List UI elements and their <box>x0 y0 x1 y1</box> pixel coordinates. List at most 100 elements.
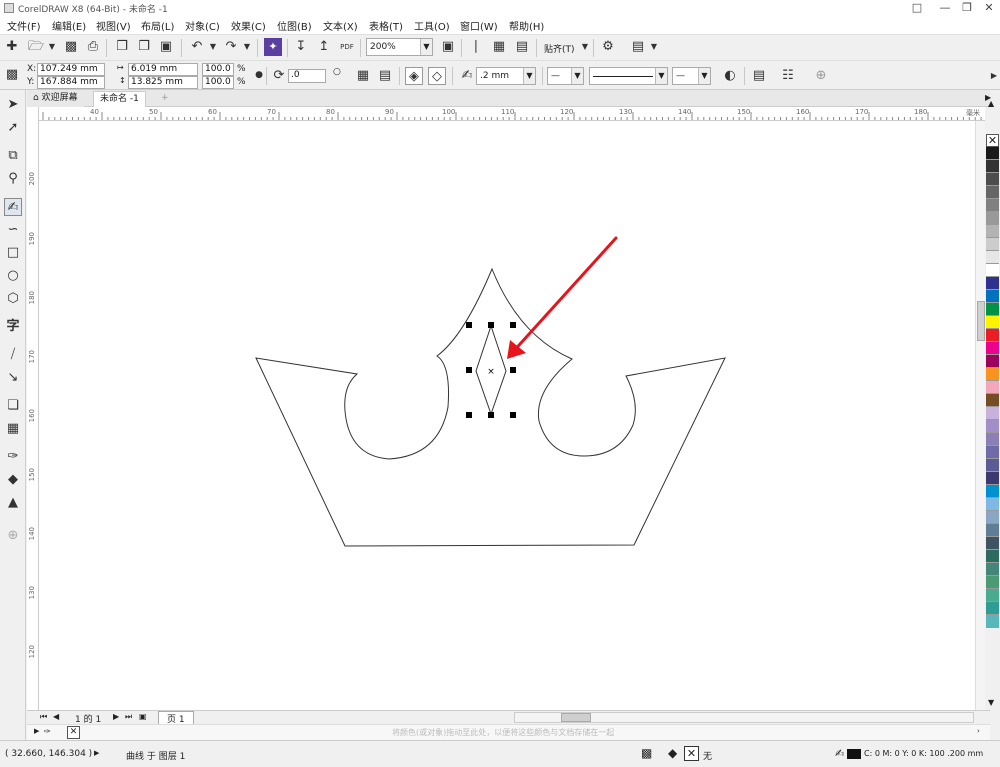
add-tool-icon[interactable]: ⊕ <box>4 527 22 545</box>
color-swatch[interactable] <box>986 199 999 212</box>
next-page-icon[interactable]: ▶ <box>113 712 119 721</box>
show-guidelines-icon[interactable]: ▤ <box>513 38 531 56</box>
color-swatch[interactable] <box>986 329 999 342</box>
horizontal-ruler[interactable]: 40 50 60 70 80 90 100 110 120 130 140 15… <box>39 107 985 121</box>
docpal-eyedropper-icon[interactable]: ✑ <box>44 727 51 736</box>
minimize-button[interactable]: — <box>934 0 956 16</box>
artistic-media-icon[interactable]: ∽ <box>4 221 22 239</box>
paste-icon[interactable]: ▣ <box>157 38 175 56</box>
color-swatch[interactable] <box>986 147 999 160</box>
menu-bitmap[interactable]: 位图(B) <box>277 18 312 33</box>
text-tool-icon[interactable]: 字 <box>4 318 22 336</box>
scale-x-field[interactable]: 100.0 <box>202 63 234 76</box>
color-swatch[interactable] <box>986 251 999 264</box>
eyedropper-icon[interactable]: ✑ <box>4 448 22 466</box>
horizontal-scroll-thumb[interactable] <box>561 713 591 722</box>
color-swatch[interactable] <box>986 615 999 628</box>
publish-pdf-icon[interactable]: PDF <box>338 38 356 56</box>
color-swatch[interactable] <box>986 550 999 563</box>
color-swatch[interactable] <box>986 238 999 251</box>
rotation-angle-field[interactable]: .0 <box>288 69 326 83</box>
drawing-canvas[interactable]: × <box>39 121 985 710</box>
docpal-no-color-icon[interactable]: ✕ <box>67 726 80 739</box>
color-swatch[interactable] <box>986 173 999 186</box>
new-tab-button[interactable]: + <box>155 91 175 107</box>
node-edit-icon[interactable]: ◈ <box>405 67 423 85</box>
start-arrowhead-select[interactable]: — ▼ <box>547 67 584 85</box>
menu-help[interactable]: 帮助(H) <box>509 18 544 33</box>
palette-scroll-down-icon[interactable]: ▼ <box>988 698 994 707</box>
redo-dropdown-icon[interactable]: ▼ <box>238 38 256 56</box>
color-swatch[interactable] <box>986 186 999 199</box>
vertical-scroll-thumb[interactable] <box>977 301 985 341</box>
color-swatch[interactable] <box>986 355 999 368</box>
docpal-expand-icon[interactable]: › <box>977 727 980 735</box>
add-page-icon[interactable]: ▣ <box>139 712 147 721</box>
end-arrowhead-select[interactable]: — ▼ <box>672 67 711 85</box>
close-button[interactable]: ✕ <box>978 0 1000 16</box>
color-swatch[interactable] <box>986 342 999 355</box>
last-page-icon[interactable]: ⏭ <box>125 712 132 722</box>
undo-dropdown-icon[interactable]: ▼ <box>204 38 222 56</box>
color-swatch[interactable] <box>986 381 999 394</box>
selection-handle-s[interactable] <box>488 412 494 418</box>
expand-toolbar-icon[interactable]: ▶ <box>985 67 1000 85</box>
smart-fill-icon[interactable]: ▲ <box>4 494 22 512</box>
color-swatch[interactable] <box>986 524 999 537</box>
menu-tools[interactable]: 工具(O) <box>414 18 450 33</box>
color-swatch[interactable] <box>986 368 999 381</box>
mirror-horizontal-icon[interactable]: ▦ <box>354 67 372 85</box>
outline-color-swatch[interactable] <box>847 749 861 759</box>
menu-edit[interactable]: 编辑(E) <box>52 18 86 33</box>
color-swatch[interactable] <box>986 407 999 420</box>
color-swatch[interactable] <box>986 225 999 238</box>
wrap-text-icon[interactable]: ▤ <box>750 67 768 85</box>
reduce-nodes-icon[interactable]: ◇ <box>428 67 446 85</box>
import-icon[interactable]: ↧ <box>292 38 310 56</box>
cut-icon[interactable]: ❐ <box>113 38 131 56</box>
account-icon[interactable]: □ <box>906 0 928 16</box>
selection-handle-ne[interactable] <box>510 322 516 328</box>
color-swatch[interactable] <box>986 160 999 173</box>
polygon-tool-icon[interactable]: ⬡ <box>4 290 22 308</box>
shape-tool-icon[interactable]: ➚ <box>4 119 22 137</box>
line-style-select[interactable]: ▼ <box>589 67 668 85</box>
color-swatch[interactable] <box>986 498 999 511</box>
connector-tool-icon[interactable]: ↘ <box>4 369 22 387</box>
menu-layout[interactable]: 布局(L) <box>141 18 174 33</box>
ellipse-tool-icon[interactable]: ○ <box>4 267 22 285</box>
color-swatch[interactable] <box>986 537 999 550</box>
options-gear-icon[interactable]: ⚙ <box>599 38 617 56</box>
parallel-dimension-icon[interactable]: ⧸ <box>4 346 22 364</box>
fill-none-swatch[interactable]: ✕ <box>684 746 699 761</box>
mirror-vertical-icon[interactable]: ▤ <box>376 67 394 85</box>
no-color-swatch[interactable]: ✕ <box>986 134 999 147</box>
selection-handle-n[interactable] <box>488 322 494 328</box>
export-icon[interactable]: ↥ <box>315 38 333 56</box>
color-swatch[interactable] <box>986 459 999 472</box>
scale-y-field[interactable]: 100.0 <box>202 76 234 89</box>
tab-welcome[interactable]: ⌂ 欢迎屏幕 <box>27 91 84 107</box>
selection-handle-e[interactable] <box>510 367 516 373</box>
show-nodes-icon[interactable]: ☷ <box>779 67 797 85</box>
x-position-field[interactable]: 107.249 mm <box>37 63 105 76</box>
height-field[interactable]: 13.825 mm <box>128 76 198 89</box>
color-swatch[interactable] <box>986 485 999 498</box>
full-screen-icon[interactable]: ▣ <box>439 38 457 56</box>
color-swatch[interactable] <box>986 511 999 524</box>
color-swatch[interactable] <box>986 212 999 225</box>
menu-text[interactable]: 文本(X) <box>323 18 358 33</box>
selection-handle-nw[interactable] <box>466 322 472 328</box>
color-swatch[interactable] <box>986 472 999 485</box>
color-swatch[interactable] <box>986 264 999 277</box>
vertical-scrollbar[interactable] <box>975 121 985 710</box>
menu-file[interactable]: 文件(F) <box>7 18 41 33</box>
rectangle-tool-icon[interactable]: □ <box>4 244 22 262</box>
palette-scroll-up-icon[interactable]: ▲ <box>988 99 994 108</box>
copy-icon[interactable]: ❐ <box>135 38 153 56</box>
width-field[interactable]: 6.019 mm <box>128 63 198 76</box>
color-swatch[interactable] <box>986 589 999 602</box>
vertical-ruler[interactable]: 200 190 180 170 160 150 140 130 120 <box>27 107 39 710</box>
crop-tool-icon[interactable]: ⧉ <box>4 147 22 165</box>
pick-tool-icon[interactable]: ➤ <box>4 96 22 114</box>
